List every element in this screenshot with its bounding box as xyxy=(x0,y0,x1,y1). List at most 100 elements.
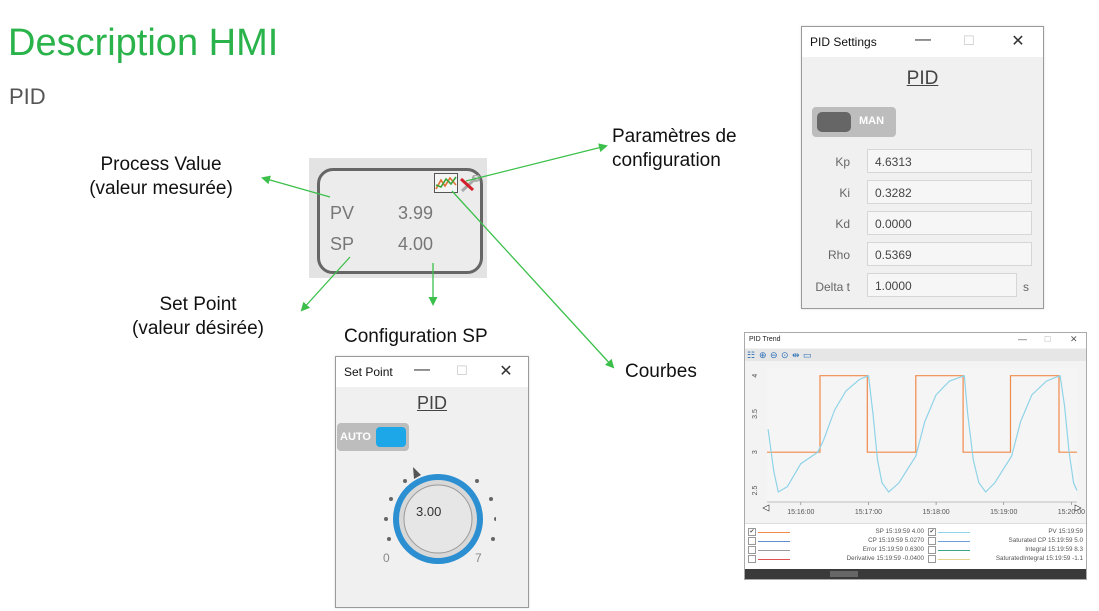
scrollbar-thumb[interactable] xyxy=(830,571,858,577)
legend-swatch xyxy=(758,559,790,560)
sp-label: SP xyxy=(330,234,355,254)
kp-label: Kp xyxy=(835,155,850,169)
minimize-button[interactable]: — xyxy=(1018,334,1027,344)
faceplate-frame: PV 3.99 SP 4.00 xyxy=(317,168,483,274)
legend-label: SaturatedIntegral 15:19:59 -1.1 xyxy=(995,555,1083,562)
pv-value: 3.99 xyxy=(398,203,434,223)
pid-trend-window: PID Trend — ☐ ✕ ☷ ⊕ ⊖ ⊙ ⇹ ▭ 15:16:00 15:1… xyxy=(744,332,1087,580)
legend-label: CP 15:19:59 5.0270 xyxy=(868,537,924,544)
legend-toggle-icon[interactable]: ☷ xyxy=(747,350,755,361)
legend-row[interactable]: Error 15:19:59 0.6300 xyxy=(748,546,924,555)
legend-row[interactable]: Derivative 15:19:59 -0.0400 xyxy=(748,555,924,564)
maximize-button[interactable]: ☐ xyxy=(452,363,472,379)
page-title: Description HMI xyxy=(8,22,279,64)
window-titlebar[interactable]: PID Trend — ☐ ✕ xyxy=(745,333,1086,348)
scale-min: 0 xyxy=(383,551,390,565)
zoom-out-icon[interactable]: ⊖ xyxy=(770,350,778,361)
legend-checkbox[interactable] xyxy=(928,546,936,554)
legend-swatch xyxy=(758,532,790,533)
page-subtitle: PID xyxy=(9,84,46,109)
legend-label: SP 15:19:59 4.00 xyxy=(875,528,924,535)
kp-input[interactable]: 4.6313 xyxy=(867,149,1032,173)
legend-row[interactable]: ✔ PV 15:19:59 xyxy=(928,528,1083,537)
print-icon[interactable]: ▭ xyxy=(803,350,812,361)
process-value-label: Process Value xyxy=(100,154,222,175)
close-button[interactable]: ✕ xyxy=(1070,334,1078,345)
set-point-sublabel: (valeur désirée) xyxy=(132,318,264,339)
close-button[interactable]: ✕ xyxy=(1008,31,1028,51)
legend-row[interactable]: Integral 15:19:59 8.3 xyxy=(928,546,1083,555)
legend-swatch xyxy=(758,550,790,551)
manual-mode-toggle[interactable]: MAN xyxy=(812,107,896,137)
legend-row[interactable]: ✔ SP 15:19:59 4.00 xyxy=(748,528,924,537)
ki-label: Ki xyxy=(839,186,850,200)
legend-label: Saturated CP 15:19:59 5.0 xyxy=(1008,537,1083,544)
trend-legend: ✔ SP 15:19:59 4.00 CP 15:19:59 5.0270 Error… xyxy=(745,523,1086,570)
zoom-region-icon[interactable]: ⊙ xyxy=(781,350,789,361)
legend-swatch xyxy=(938,541,970,542)
kd-input[interactable]: 0.0000 xyxy=(867,211,1032,235)
legend-row[interactable]: CP 15:19:59 5.0270 xyxy=(748,537,924,546)
delta-t-input[interactable]: 1.0000 xyxy=(867,273,1017,297)
legend-swatch xyxy=(938,550,970,551)
horizontal-scrollbar[interactable] xyxy=(745,569,1086,579)
legend-swatch xyxy=(938,532,970,533)
plot-area xyxy=(767,368,1077,502)
legend-row[interactable]: SaturatedIntegral 15:19:59 -1.1 xyxy=(928,555,1083,564)
trend-chart-icon[interactable] xyxy=(434,173,458,198)
auto-mode-toggle[interactable]: AUTO xyxy=(337,423,409,451)
pid-heading: PID xyxy=(906,68,939,89)
param-config-sublabel: configuration xyxy=(612,150,721,171)
kd-label: Kd xyxy=(835,217,850,231)
y-tick-label: 3.5 xyxy=(752,409,759,419)
toggle-knob xyxy=(817,112,851,132)
x-tick-label: 15:18:00 xyxy=(922,509,949,516)
x-tick-label: 15:16:00 xyxy=(787,509,814,516)
rho-label: Rho xyxy=(827,248,850,262)
y-tick-label: 4 xyxy=(752,374,759,378)
delta-t-label: Delta t xyxy=(815,280,850,294)
sp-value[interactable]: 4.00 xyxy=(398,234,433,255)
window-titlebar[interactable]: Set Point — ☐ ✕ xyxy=(336,357,528,387)
set-point-label: Set Point xyxy=(159,294,237,315)
param-config-label: Paramètres de xyxy=(612,126,737,147)
process-value-sublabel: (valeur mesurée) xyxy=(89,178,233,199)
window-titlebar[interactable]: PID Settings — ☐ ✕ xyxy=(802,27,1043,57)
wrench-screwdriver-icon[interactable] xyxy=(459,174,481,198)
legend-row[interactable]: Saturated CP 15:19:59 5.0 xyxy=(928,537,1083,546)
scale-max: 7 xyxy=(475,551,482,565)
maximize-button[interactable]: ☐ xyxy=(959,33,979,49)
zoom-in-icon[interactable]: ⊕ xyxy=(759,350,767,361)
pid-faceplate[interactable]: PV 3.99 SP 4.00 xyxy=(309,158,487,278)
window-title: Set Point xyxy=(344,365,393,379)
param-config-callout: Paramètres de configuration xyxy=(612,125,737,173)
knob-pointer xyxy=(413,467,421,479)
man-label: MAN xyxy=(859,115,885,127)
ki-input[interactable]: 0.3282 xyxy=(867,180,1032,204)
rho-input[interactable]: 0.5369 xyxy=(867,242,1032,266)
legend-checkbox[interactable] xyxy=(748,546,756,554)
window-title: PID Trend xyxy=(749,336,781,343)
pan-icon[interactable]: ⇹ xyxy=(792,350,800,361)
trend-plot[interactable]: 15:16:00 15:17:00 15:18:00 15:19:00 15:20:00… xyxy=(745,362,1086,523)
legend-checkbox[interactable] xyxy=(928,537,936,545)
legend-checkbox[interactable] xyxy=(748,555,756,563)
legend-swatch xyxy=(758,541,790,542)
set-point-callout: Set Point (valeur désirée) xyxy=(100,293,296,341)
minimize-button[interactable]: — xyxy=(913,31,933,49)
legend-label: Error 15:19:59 0.6300 xyxy=(862,546,924,553)
pv-label: PV xyxy=(330,203,355,223)
maximize-button[interactable]: ☐ xyxy=(1044,335,1051,344)
close-button[interactable]: ✕ xyxy=(496,361,516,381)
legend-checkbox[interactable]: ✔ xyxy=(748,528,756,536)
legend-checkbox[interactable]: ✔ xyxy=(928,528,936,536)
legend-checkbox[interactable] xyxy=(928,555,936,563)
auto-label: AUTO xyxy=(340,431,371,443)
minimize-button[interactable]: — xyxy=(412,361,432,379)
x-tick-label: 15:20:00 xyxy=(1058,509,1085,516)
window-title: PID Settings xyxy=(810,35,877,49)
delta-t-unit: s xyxy=(1023,280,1029,294)
legend-checkbox[interactable] xyxy=(748,537,756,545)
pan-left-arrow[interactable] xyxy=(762,504,770,512)
arrow-params xyxy=(465,143,608,182)
